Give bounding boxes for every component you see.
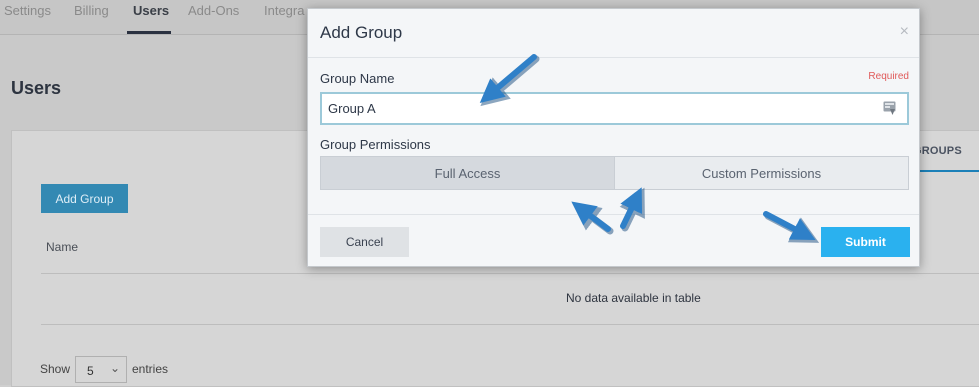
chevron-down-icon: ⌄: [109, 361, 120, 375]
cancel-button[interactable]: Cancel: [320, 227, 409, 257]
group-permissions-label: Group Permissions: [320, 137, 431, 152]
column-header-name[interactable]: Name: [46, 240, 78, 254]
full-access-option[interactable]: Full Access: [321, 157, 614, 189]
active-tab-indicator: [127, 31, 171, 34]
required-indicator: Required: [868, 71, 909, 82]
group-name-label: Group Name: [320, 71, 395, 86]
custom-permissions-option[interactable]: Custom Permissions: [614, 157, 908, 189]
tab-integrations[interactable]: Integra: [264, 3, 304, 18]
tab-billing[interactable]: Billing: [74, 3, 109, 18]
submit-button[interactable]: Submit: [821, 227, 910, 257]
group-name-input[interactable]: [320, 92, 909, 125]
tab-groups[interactable]: GROUPS: [913, 145, 962, 157]
page-size-value: 5: [87, 364, 94, 378]
show-label: Show: [40, 362, 71, 376]
page-title: Users: [11, 78, 62, 98]
input-autofill-icon[interactable]: [883, 101, 896, 116]
table-divider: [41, 273, 979, 274]
empty-table-message: No data available in table: [566, 291, 701, 305]
add-group-button[interactable]: Add Group: [41, 184, 128, 213]
tab-settings[interactable]: Settings: [4, 3, 51, 18]
add-group-modal: Add Group × Group Name Required Group Pe…: [307, 8, 920, 267]
close-icon[interactable]: ×: [900, 23, 909, 41]
modal-footer-divider: [308, 214, 919, 215]
modal-header-divider: [308, 57, 919, 58]
tab-add-ons[interactable]: Add-Ons: [188, 3, 239, 18]
tab-users[interactable]: Users: [133, 3, 169, 18]
entries-label: entries: [132, 362, 169, 376]
modal-title: Add Group: [320, 23, 403, 42]
permissions-toggle: Full Access Custom Permissions: [320, 156, 909, 190]
groups-tab-indicator: [910, 170, 979, 172]
page-size-select[interactable]: 5 ⌄: [75, 356, 127, 383]
table-divider: [41, 324, 979, 325]
